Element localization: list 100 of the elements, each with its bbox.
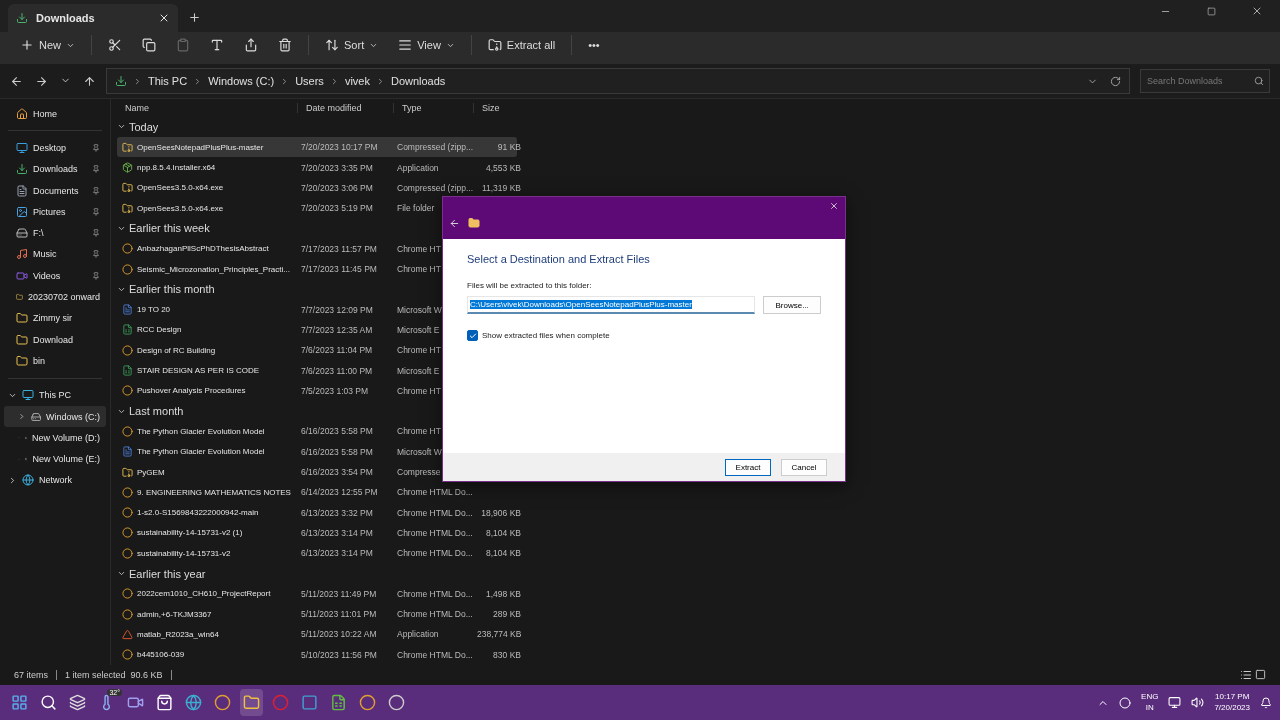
dialog-button[interactable]: Extract <box>725 458 771 476</box>
breadcrumb[interactable]: vivek <box>344 75 370 87</box>
sort-icon <box>325 38 339 52</box>
file-name: PyGEM <box>137 467 165 477</box>
type-cell-text: Compresse <box>396 467 442 477</box>
close-icon[interactable] <box>1251 5 1263 17</box>
browse-button[interactable]: Browse... <box>763 296 821 314</box>
tree-item[interactable]: Network <box>4 469 106 492</box>
file-name: The Python Glacier Evolution Model <box>137 426 265 436</box>
new-button[interactable]: New <box>12 33 83 57</box>
document-icon <box>16 184 28 197</box>
tree-item[interactable]: Windows (C:) <box>4 405 106 428</box>
sidebar-item[interactable]: Videos <box>4 265 106 287</box>
tab[interactable]: Downloads <box>8 4 178 32</box>
column-header[interactable]: Date modified <box>297 102 393 113</box>
type-cell-text: Application <box>396 162 440 173</box>
sort-button[interactable]: Sort <box>317 33 387 57</box>
sidebar-item[interactable]: Zimmy sir <box>4 307 106 329</box>
installer-icon <box>122 162 133 174</box>
sidebar-item[interactable]: F:\ <box>4 222 106 244</box>
tree-item[interactable]: New Volume (D:) <box>4 427 106 449</box>
breadcrumb[interactable]: Users <box>295 75 324 87</box>
group-header: Earlier this week <box>129 222 210 235</box>
maximize-icon[interactable] <box>1206 6 1216 16</box>
more-button[interactable]: ••• <box>580 33 608 57</box>
size-cell-text: 8,104 KB <box>485 548 521 559</box>
file-row[interactable]: PyGEM 6/16/2023 3:54 PM Compresse <box>117 461 517 483</box>
tiles-view-icon[interactable] <box>1255 669 1266 680</box>
sidebar-item[interactable]: Downloads <box>4 158 106 180</box>
file-row[interactable]: The Python Glacier Evolution Model 6/16/2023 5:58 PM Chrome HT <box>117 421 517 442</box>
clock[interactable]: 10:17 PM 7/20/2023 <box>1214 692 1250 713</box>
checkbox[interactable] <box>467 330 478 341</box>
sidebar-item[interactable]: 20230702 onward <box>4 286 106 308</box>
back-icon[interactable] <box>449 217 460 229</box>
task-view-icon <box>69 694 86 711</box>
forward-icon[interactable] <box>35 74 48 88</box>
column-header[interactable]: Type <box>393 102 473 113</box>
up-icon[interactable] <box>83 74 96 88</box>
clipboard-icon <box>176 38 190 52</box>
file-row[interactable]: STAIR DESIGN AS PER IS CODE 7/6/2023 11:00 PM Microsoft E <box>117 360 517 381</box>
file-name: admin,+6-TKJM3367 <box>137 609 212 619</box>
sidebar-item[interactable]: Music <box>4 243 106 266</box>
taskbar-app[interactable] <box>240 689 263 716</box>
sidebar-item[interactable]: Pictures <box>4 201 106 223</box>
network-icon[interactable] <box>1168 696 1182 709</box>
date-cell-text: 7/20/2023 5:19 PM <box>300 203 374 214</box>
breadcrumb[interactable]: This PC <box>148 75 188 87</box>
file-name: 1-s2.0-S1569843222000942-main <box>137 508 259 518</box>
start-icon <box>11 694 28 711</box>
file-name: RCC Design <box>137 325 182 335</box>
close-icon[interactable] <box>829 201 839 211</box>
video-icon <box>16 269 28 282</box>
sidebar-item[interactable]: Documents <box>4 179 106 202</box>
sidebar-item[interactable]: Desktop <box>4 137 106 159</box>
sidebar-item[interactable]: Home <box>4 103 106 125</box>
details-view-icon[interactable] <box>1240 669 1252 681</box>
path-field[interactable]: C:\Users\vivek\Downloads\OpenSeesNotepadPlusPlus-master <box>467 296 756 314</box>
column-header[interactable]: Name <box>117 102 297 113</box>
sidebar-item[interactable]: bin <box>4 350 106 372</box>
breadcrumb[interactable]: Downloads <box>390 75 446 87</box>
archive-folder-icon <box>487 38 502 52</box>
type-cell-text: Microsoft E <box>396 324 441 335</box>
tree-item[interactable]: This PC <box>4 384 106 406</box>
address-bar[interactable]: This PC Windows (C:) Users vivek Downloads <box>106 68 1130 94</box>
network-icon <box>22 474 34 487</box>
back-icon[interactable] <box>10 74 23 88</box>
search-field[interactable]: Search Downloads <box>1140 69 1270 93</box>
file-name: The Python Glacier Evolution Model <box>137 447 265 457</box>
size-cell-text: 238,774 KB <box>476 629 521 640</box>
column-header[interactable]: Size <box>473 102 521 113</box>
folder-icon <box>16 291 23 303</box>
extract-button[interactable]: Extract all <box>479 33 564 57</box>
tree-item[interactable]: New Volume (E:) <box>4 448 106 470</box>
date-cell-text: 5/11/2023 10:22 AM <box>300 629 378 640</box>
file-row[interactable]: OpenSees3.5.0-x64.exe 7/20/2023 5:19 PM File folder <box>117 198 517 219</box>
language-indicator[interactable]: ENG IN <box>1141 692 1159 713</box>
volume-icon[interactable] <box>1191 696 1205 709</box>
file-row[interactable]: The Python Glacier Evolution Model 6/16/2023 5:58 PM Microsoft W <box>117 441 517 462</box>
file-name: OpenSees3.5.0-x64.exe <box>137 203 224 213</box>
close-icon[interactable] <box>158 12 170 24</box>
file-row[interactable]: Pushover Analysis Procedures 7/5/2023 1:03 PM Chrome HT <box>117 380 517 401</box>
folder-icon <box>16 333 28 346</box>
sidebar-item[interactable]: Download <box>4 328 106 351</box>
refresh-icon[interactable] <box>1110 75 1121 87</box>
breadcrumb[interactable]: Windows (C:) <box>208 75 275 87</box>
dialog-button[interactable]: Cancel <box>781 458 827 476</box>
type-cell-text: Chrome HT <box>396 345 442 356</box>
file-row[interactable]: Design of RC Building 7/6/2023 11:04 PM Chrome HT <box>117 340 517 361</box>
monitor-icon <box>16 141 28 154</box>
zip-folder-icon <box>122 141 133 153</box>
type-cell-text: File folder <box>396 203 436 214</box>
spreadsheet-icon <box>122 365 133 377</box>
new-tab-icon[interactable] <box>188 11 201 24</box>
date-cell-text: 7/7/2023 12:35 AM <box>300 324 374 335</box>
notification-icon[interactable] <box>1260 696 1272 709</box>
app-icon <box>301 694 318 711</box>
view-button[interactable]: View <box>390 33 463 57</box>
file-row[interactable]: 9. ENGINEERING MATHEMATICS NOTES 6/14/2023 12:55 PM Chrome HTML Do... <box>117 482 517 503</box>
file-name: 19 TO 20 <box>137 305 171 315</box>
file-name: 2022cem1010_CH610_ProjectReport <box>137 589 271 599</box>
